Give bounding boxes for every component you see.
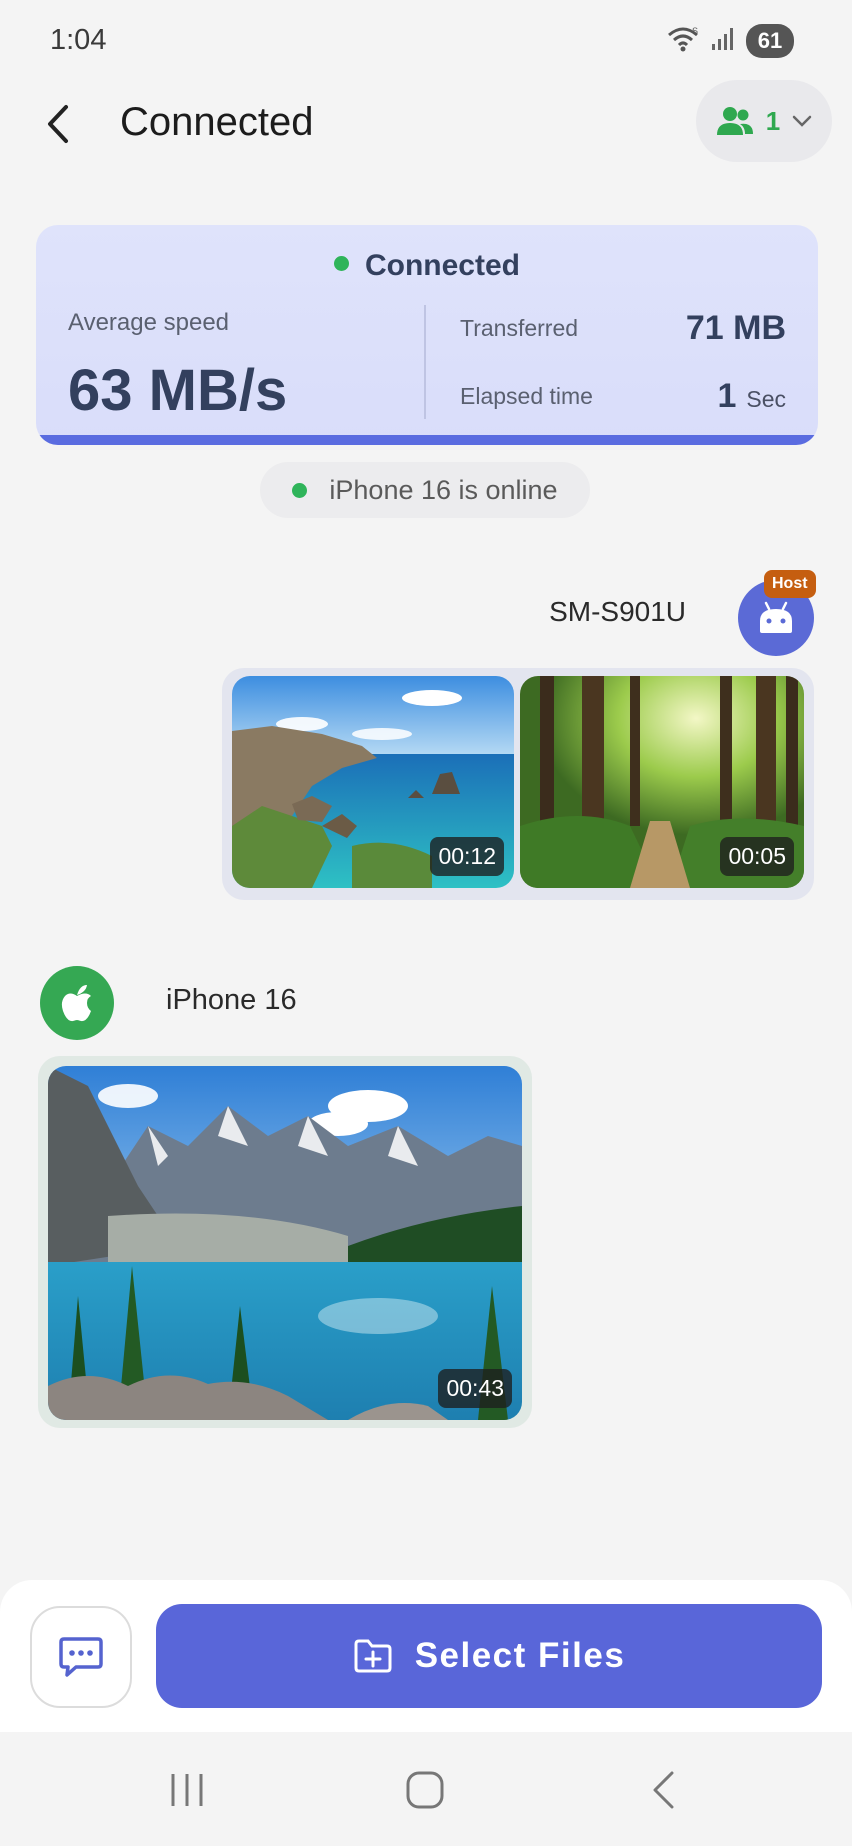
video-duration: 00:12 — [430, 837, 504, 876]
home-icon — [406, 1771, 444, 1809]
svg-text:S: S — [692, 26, 698, 36]
online-status-pill: iPhone 16 is online — [260, 462, 590, 518]
average-speed-label: Average speed — [68, 309, 230, 336]
connection-card: Connected Average speed 63 MB/s Transfer… — [36, 225, 818, 445]
media-thumbnail-forest[interactable]: 00:05 — [520, 676, 804, 888]
iphone-avatar — [40, 966, 114, 1040]
wifi-icon: S — [666, 25, 700, 58]
back-nav-button[interactable] — [628, 1768, 698, 1812]
chevron-down-icon — [792, 115, 812, 127]
android-icon — [760, 601, 792, 633]
status-time: 1:04 — [50, 24, 107, 56]
participants-dropdown[interactable]: 1 — [696, 80, 832, 162]
online-status-text: iPhone 16 is online — [329, 474, 558, 505]
media-thumbnail-coast[interactable]: 00:12 — [232, 676, 514, 888]
battery-icon: 61 — [746, 24, 794, 58]
elapsed-time-unit: Sec — [746, 386, 786, 412]
elapsed-time-value: 1 Sec — [717, 377, 786, 416]
host-media-group: 00:12 00:05 — [222, 668, 814, 900]
host-device-name: SM-S901U — [549, 596, 686, 627]
connection-status: Connected — [36, 249, 818, 283]
select-files-label: Select Files — [414, 1636, 626, 1675]
home-button[interactable] — [390, 1768, 460, 1812]
elapsed-time-label: Elapsed time — [460, 383, 593, 409]
video-duration: 00:43 — [438, 1369, 512, 1408]
iphone-media-group: 00:43 — [38, 1056, 532, 1428]
recents-button[interactable] — [152, 1768, 222, 1812]
status-dot — [333, 256, 349, 271]
participants-count: 1 — [765, 105, 781, 136]
chat-icon — [59, 1637, 103, 1677]
people-icon — [716, 107, 753, 135]
progress-bar — [36, 435, 818, 445]
page-title: Connected — [120, 100, 314, 144]
iphone-device-name: iPhone 16 — [166, 984, 297, 1016]
host-badge: Host — [764, 570, 816, 598]
recents-icon — [171, 1774, 203, 1806]
media-thumbnail-mountain-lake[interactable]: 00:43 — [48, 1066, 522, 1420]
video-duration: 00:05 — [720, 837, 794, 876]
status-icons: S 61 — [666, 24, 794, 58]
back-button[interactable] — [36, 96, 80, 152]
elapsed-time-number: 1 — [717, 377, 737, 415]
folder-add-icon — [354, 1639, 392, 1673]
connection-status-label: Connected — [364, 249, 520, 282]
back-icon — [653, 1771, 674, 1809]
select-files-button[interactable]: Select Files — [156, 1604, 822, 1708]
transferred-value: 71 MB — [685, 309, 786, 347]
card-divider — [424, 305, 426, 419]
signal-icon — [710, 26, 736, 57]
transferred-label: Transferred — [460, 315, 579, 341]
mountain-lake-image — [48, 1066, 522, 1420]
apple-icon — [61, 985, 91, 1022]
back-arrow-icon — [48, 105, 68, 143]
average-speed-value: 63 MB/s — [68, 358, 288, 423]
chat-button[interactable] — [30, 1606, 132, 1708]
online-dot — [292, 482, 308, 498]
